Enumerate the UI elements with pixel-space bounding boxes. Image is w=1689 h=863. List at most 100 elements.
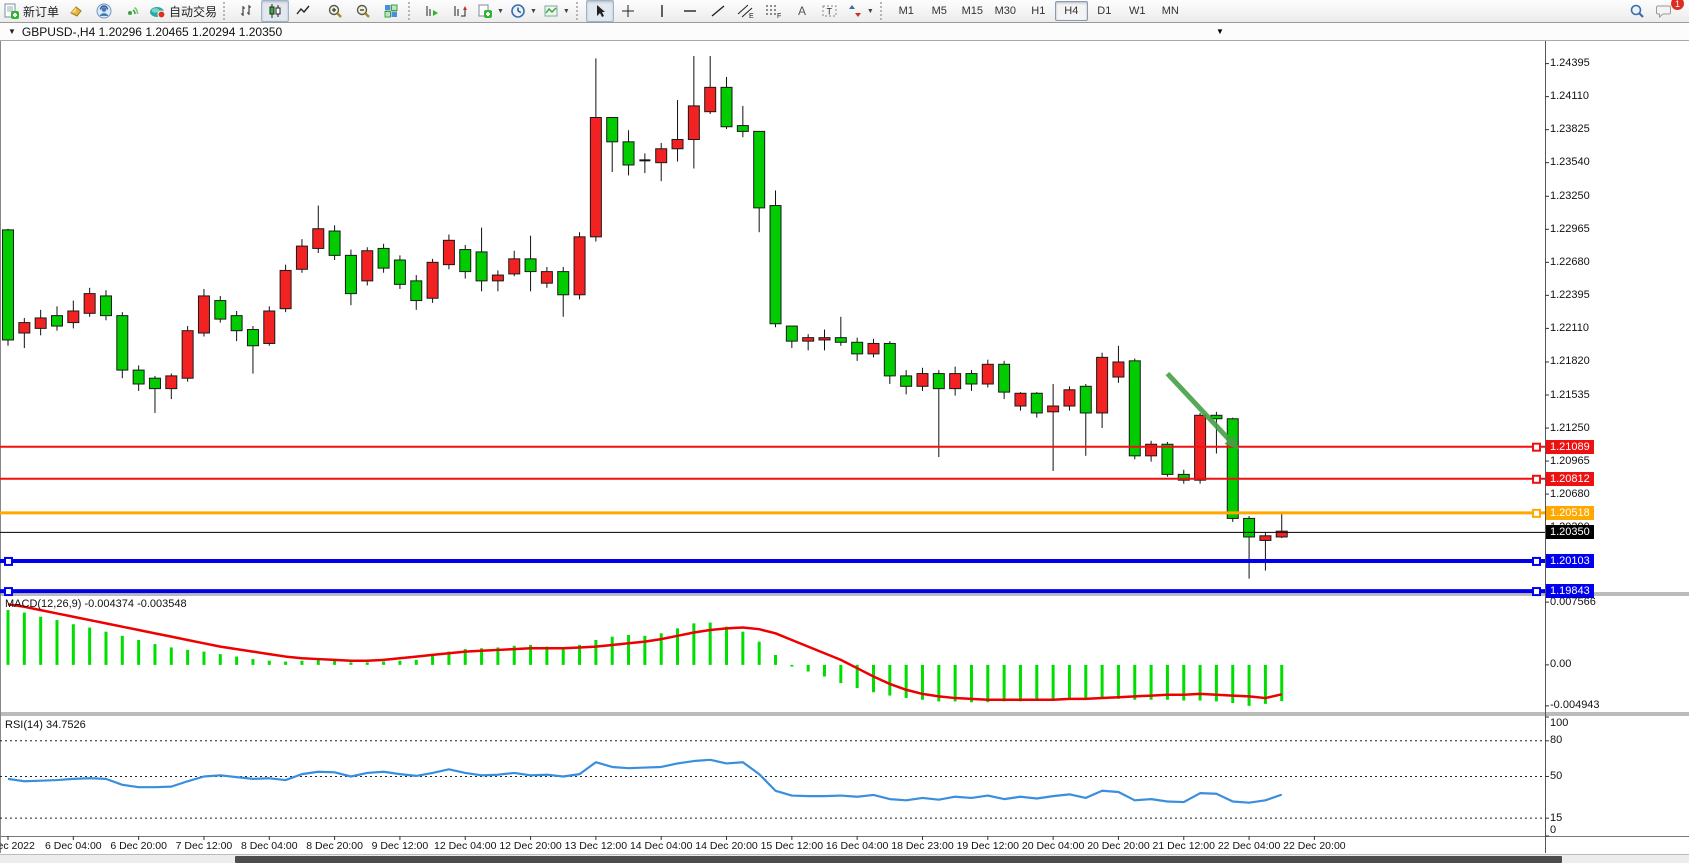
candle-body[interactable] bbox=[868, 343, 879, 353]
candle-body[interactable] bbox=[786, 326, 797, 341]
candle-body[interactable] bbox=[149, 378, 160, 388]
price-axis-label: 1.21535 bbox=[1550, 389, 1590, 401]
candle-body[interactable] bbox=[1260, 536, 1271, 541]
candle-body[interactable] bbox=[950, 374, 961, 389]
time-axis-label: 12 Dec 04:00 bbox=[434, 840, 496, 852]
candle-body[interactable] bbox=[966, 374, 977, 384]
candle-body[interactable] bbox=[443, 240, 454, 264]
candle-body[interactable] bbox=[280, 270, 291, 308]
candle-body[interactable] bbox=[166, 376, 177, 389]
candle-body[interactable] bbox=[917, 374, 928, 387]
candle-body[interactable] bbox=[378, 248, 389, 268]
candle-body[interactable] bbox=[688, 106, 699, 140]
candle-body[interactable] bbox=[198, 296, 209, 333]
candle-body[interactable] bbox=[770, 206, 781, 324]
candle-body[interactable] bbox=[835, 338, 846, 343]
candle-body[interactable] bbox=[525, 259, 536, 272]
candle-body[interactable] bbox=[362, 251, 373, 281]
hline-handle[interactable] bbox=[5, 588, 12, 595]
price-axis-label: 1.23250 bbox=[1550, 190, 1590, 202]
candle-body[interactable] bbox=[754, 131, 765, 207]
candle-body[interactable] bbox=[345, 255, 356, 293]
candle-body[interactable] bbox=[68, 311, 79, 323]
candle-body[interactable] bbox=[476, 252, 487, 281]
price-line-badge: 1.20518 bbox=[1546, 506, 1594, 520]
candle-body[interactable] bbox=[1195, 415, 1206, 480]
candle-body[interactable] bbox=[247, 330, 258, 346]
candle-body[interactable] bbox=[1031, 393, 1042, 413]
candle-body[interactable] bbox=[999, 364, 1010, 392]
price-axis-label: 1.23540 bbox=[1550, 156, 1590, 168]
candle-body[interactable] bbox=[100, 296, 111, 316]
hline-handle[interactable] bbox=[1533, 558, 1540, 565]
candle-body[interactable] bbox=[541, 272, 552, 284]
candle-body[interactable] bbox=[182, 331, 193, 379]
time-axis-label: 8 Dec 04:00 bbox=[241, 840, 298, 852]
candle-body[interactable] bbox=[231, 316, 242, 331]
candle-body[interactable] bbox=[394, 260, 405, 284]
candle-body[interactable] bbox=[329, 231, 340, 255]
time-axis-label: 19 Dec 12:00 bbox=[957, 840, 1019, 852]
candle-body[interactable] bbox=[313, 229, 324, 249]
candle-body[interactable] bbox=[264, 311, 275, 343]
candle-body[interactable] bbox=[656, 149, 667, 163]
candle-body[interactable] bbox=[133, 370, 144, 384]
candle-body[interactable] bbox=[1113, 362, 1124, 377]
time-axis-label: 18 Dec 23:00 bbox=[891, 840, 953, 852]
candle-body[interactable] bbox=[705, 87, 716, 111]
candle-body[interactable] bbox=[607, 117, 618, 141]
time-axis-label: 20 Dec 20:00 bbox=[1087, 840, 1149, 852]
candle-body[interactable] bbox=[1129, 361, 1140, 456]
candle-body[interactable] bbox=[1097, 357, 1108, 413]
candle-body[interactable] bbox=[509, 259, 520, 274]
candle-body[interactable] bbox=[1064, 390, 1075, 406]
hline-handle[interactable] bbox=[1533, 444, 1540, 451]
trading-app-window: 新订单自动交易▼▼▼EFAT▼M1M5M15M30H1H4D1W1MN1 ▼ G… bbox=[0, 0, 1689, 863]
candle-body[interactable] bbox=[933, 374, 944, 389]
candle-body[interactable] bbox=[672, 139, 683, 148]
time-axis-label: 22 Dec 20:00 bbox=[1283, 840, 1345, 852]
candle-body[interactable] bbox=[411, 281, 422, 301]
macd-indicator-label: MACD(12,26,9) -0.004374 -0.003548 bbox=[5, 598, 187, 610]
candle-body[interactable] bbox=[3, 230, 14, 340]
candle-body[interactable] bbox=[35, 318, 46, 328]
candle-body[interactable] bbox=[1162, 444, 1173, 474]
candle-body[interactable] bbox=[982, 364, 993, 384]
hline-handle[interactable] bbox=[1533, 510, 1540, 517]
candle-body[interactable] bbox=[1244, 518, 1255, 537]
time-axis-label: 6 Dec 04:00 bbox=[45, 840, 102, 852]
price-axis-label: 1.22965 bbox=[1550, 223, 1590, 235]
scrollbar-thumb[interactable] bbox=[235, 856, 1562, 863]
price-line-badge: 1.21089 bbox=[1546, 440, 1594, 454]
candle-body[interactable] bbox=[721, 87, 732, 126]
candle-body[interactable] bbox=[84, 294, 95, 314]
candle-body[interactable] bbox=[803, 338, 814, 341]
candle-body[interactable] bbox=[737, 126, 748, 132]
candle-body[interactable] bbox=[296, 246, 307, 269]
chart-canvas[interactable] bbox=[0, 0, 1689, 863]
candle-body[interactable] bbox=[215, 301, 226, 320]
candle-body[interactable] bbox=[51, 316, 62, 326]
candle-body[interactable] bbox=[460, 250, 471, 272]
hline-handle[interactable] bbox=[1533, 476, 1540, 483]
candle-body[interactable] bbox=[1048, 406, 1059, 412]
candle-body[interactable] bbox=[19, 323, 30, 333]
candle-body[interactable] bbox=[819, 338, 830, 340]
horizontal-scrollbar[interactable] bbox=[0, 854, 1689, 863]
candle-body[interactable] bbox=[901, 376, 912, 386]
candle-body[interactable] bbox=[427, 262, 438, 298]
price-axis-label: 1.22395 bbox=[1550, 289, 1590, 301]
candle-body[interactable] bbox=[1080, 386, 1091, 413]
hline-handle[interactable] bbox=[1533, 588, 1540, 595]
candle-body[interactable] bbox=[884, 343, 895, 375]
candle-body[interactable] bbox=[623, 142, 634, 165]
candle-body[interactable] bbox=[1015, 393, 1026, 406]
candle-body[interactable] bbox=[852, 342, 863, 354]
candle-body[interactable] bbox=[558, 272, 569, 295]
candle-body[interactable] bbox=[590, 117, 601, 236]
candle-body[interactable] bbox=[492, 275, 503, 281]
hline-handle[interactable] bbox=[5, 558, 12, 565]
candle-body[interactable] bbox=[1227, 419, 1238, 519]
candle-body[interactable] bbox=[117, 316, 128, 370]
candle-body[interactable] bbox=[574, 237, 585, 295]
